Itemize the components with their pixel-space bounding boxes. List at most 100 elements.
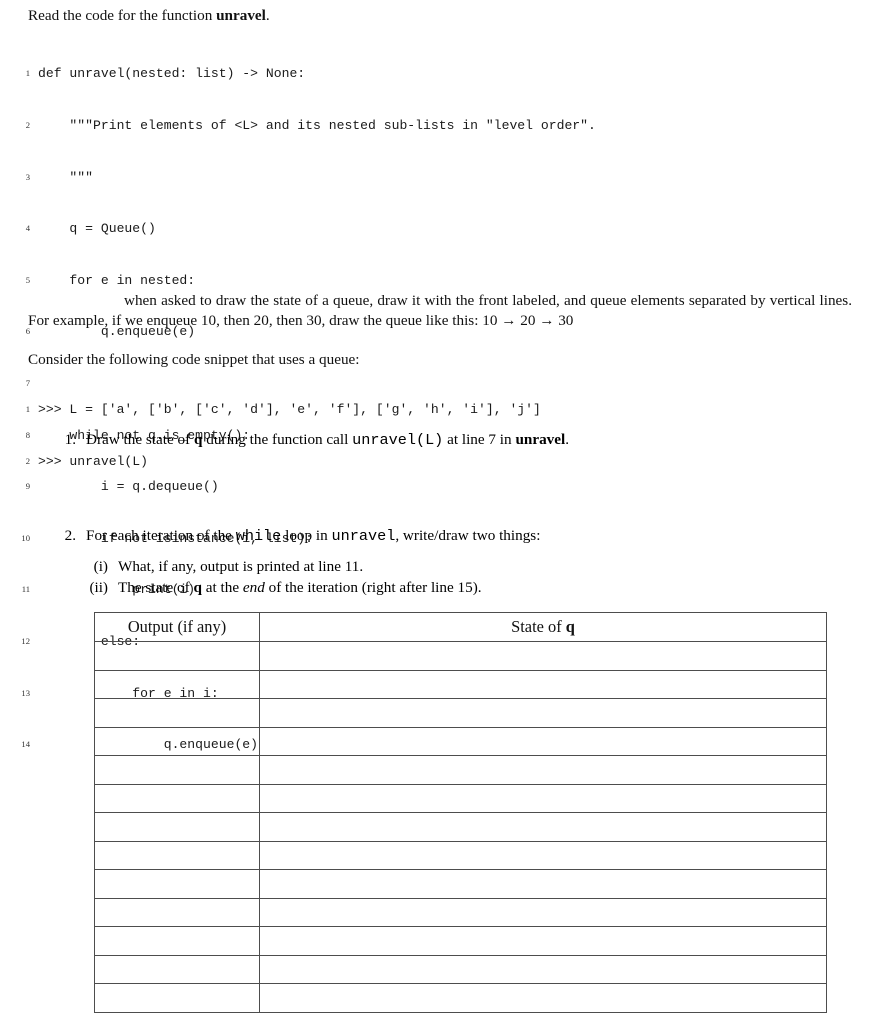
cell-state[interactable] <box>259 726 827 756</box>
q2-text-2: loop in <box>281 527 332 544</box>
queue-drawing-note: when asked to draw the state of a queue,… <box>28 291 852 330</box>
cell-state[interactable] <box>259 669 827 699</box>
line-number: 5 <box>25 274 30 285</box>
q2-code-unravel: unravel <box>331 527 396 545</box>
question-1-body: Draw the state of q during the function … <box>86 430 830 451</box>
cell-state[interactable] <box>259 812 827 842</box>
code-line: 3 """ <box>10 169 596 186</box>
table-row <box>94 926 827 956</box>
header-state: State of q <box>259 612 827 642</box>
cell-state[interactable] <box>259 983 827 1013</box>
intro-function-name: unravel <box>216 7 266 24</box>
cell-state[interactable] <box>259 954 827 984</box>
line-code: >>> L = ['a', ['b', ['c', 'd'], 'e', 'f'… <box>38 402 541 418</box>
cell-output[interactable] <box>94 698 260 728</box>
cell-state[interactable] <box>259 698 827 728</box>
table-row <box>94 812 827 842</box>
question-2: 2. For each iteration of the while loop … <box>50 526 830 547</box>
cell-output[interactable] <box>94 812 260 842</box>
cell-output[interactable] <box>94 926 260 956</box>
cell-output[interactable] <box>94 755 260 785</box>
line-code: def unravel(nested: list) -> None: <box>38 66 306 82</box>
cell-state[interactable] <box>259 641 827 671</box>
intro-sentence: Read the code for the function unravel. <box>28 5 828 27</box>
line-number: 2 <box>25 456 30 466</box>
table-row <box>94 755 827 785</box>
line-number: 3 <box>25 171 30 182</box>
line-code: q = Queue() <box>38 221 156 237</box>
cell-output[interactable] <box>94 983 260 1013</box>
cell-output[interactable] <box>94 869 260 899</box>
question-2-sub-i: (i) What, if any, output is printed at l… <box>78 557 818 577</box>
line-code: """Print elements of <L> and its nested … <box>38 118 596 133</box>
line-number: 10 <box>21 532 30 543</box>
cell-output[interactable] <box>94 897 260 927</box>
q2-text-3: , write/draw two things: <box>395 527 541 544</box>
answer-table-head: Output (if any) State of q <box>94 612 827 642</box>
table-row <box>94 840 827 870</box>
line-number: 6 <box>25 326 30 337</box>
cell-state[interactable] <box>259 869 827 899</box>
table-row <box>94 641 827 671</box>
cell-output[interactable] <box>94 783 260 813</box>
code-line: 1 def unravel(nested: list) -> None: <box>10 65 596 82</box>
question-1-marker: 1. <box>64 431 76 448</box>
line-number: 13 <box>21 687 30 698</box>
cell-output[interactable] <box>94 641 260 671</box>
q2-text-1: For each iteration of the <box>86 527 236 544</box>
cell-output[interactable] <box>94 726 260 756</box>
table-row <box>94 698 827 728</box>
q1-text-4: . <box>565 431 570 448</box>
line-number: 12 <box>21 635 30 646</box>
sub-ii-var-q: q <box>193 579 202 596</box>
cell-state[interactable] <box>259 926 827 956</box>
q1-text-3: at line 7 in <box>443 431 516 448</box>
sub-i-body: What, if any, output is printed at line … <box>118 558 364 575</box>
cell-output[interactable] <box>94 954 260 984</box>
q1-code-call: unravel(L) <box>352 431 444 449</box>
cell-output[interactable] <box>94 840 260 870</box>
table-row <box>94 669 827 699</box>
table-row <box>94 869 827 899</box>
code-line: 4 q = Queue() <box>10 220 596 237</box>
table-row <box>94 783 827 813</box>
q1-bold-unravel: unravel <box>515 431 566 448</box>
header-state-prefix: State of <box>511 617 566 636</box>
table-row <box>94 983 827 1013</box>
cell-state[interactable] <box>259 840 827 870</box>
question-2-marker: 2. <box>64 527 76 544</box>
intro-suffix: . <box>265 7 270 24</box>
code-line: 1 >>> L = ['a', ['b', ['c', 'd'], 'e', 'f… <box>10 401 541 418</box>
table-header-row: Output (if any) State of q <box>94 612 827 642</box>
sub-ii-text-1: The state of <box>118 579 194 596</box>
q1-text-2: during the function call <box>202 431 353 448</box>
cell-state[interactable] <box>259 783 827 813</box>
intro-prefix: Read the code for the function <box>28 7 217 24</box>
table-row <box>94 897 827 927</box>
table-row <box>94 726 827 756</box>
sub-ii-marker: (ii) <box>89 579 108 596</box>
answer-table: Output (if any) State of q <box>94 612 827 1013</box>
answer-table-body <box>94 641 827 1013</box>
table-row <box>94 954 827 984</box>
cell-state[interactable] <box>259 897 827 927</box>
cell-output[interactable] <box>94 669 260 699</box>
header-output: Output (if any) <box>94 612 260 642</box>
line-number: 1 <box>25 68 30 79</box>
sub-i-marker: (i) <box>93 558 108 575</box>
cell-state[interactable] <box>259 755 827 785</box>
sub-ii-text-2: at the <box>201 579 243 596</box>
line-number: 11 <box>21 584 30 595</box>
line-number: 4 <box>25 223 30 234</box>
question-2-body: For each iteration of the while loop in … <box>86 526 830 547</box>
header-state-var: q <box>565 617 575 636</box>
sub-ii-ital-end: end <box>242 579 265 596</box>
code-line: 2 """Print elements of <L> and its neste… <box>10 117 596 134</box>
sub-ii-body: The state of q at the end of the iterati… <box>118 578 818 598</box>
queue-example: 10 → 20 → 30 <box>482 311 574 329</box>
line-number: 2 <box>25 120 30 130</box>
q1-text-1: Draw the state of <box>86 431 194 448</box>
queue-note-line1: when asked to draw the state of a queue,… <box>124 292 766 309</box>
line-code: >>> unravel(L) <box>38 454 149 469</box>
question-1: 1. Draw the state of q during the functi… <box>50 430 830 451</box>
